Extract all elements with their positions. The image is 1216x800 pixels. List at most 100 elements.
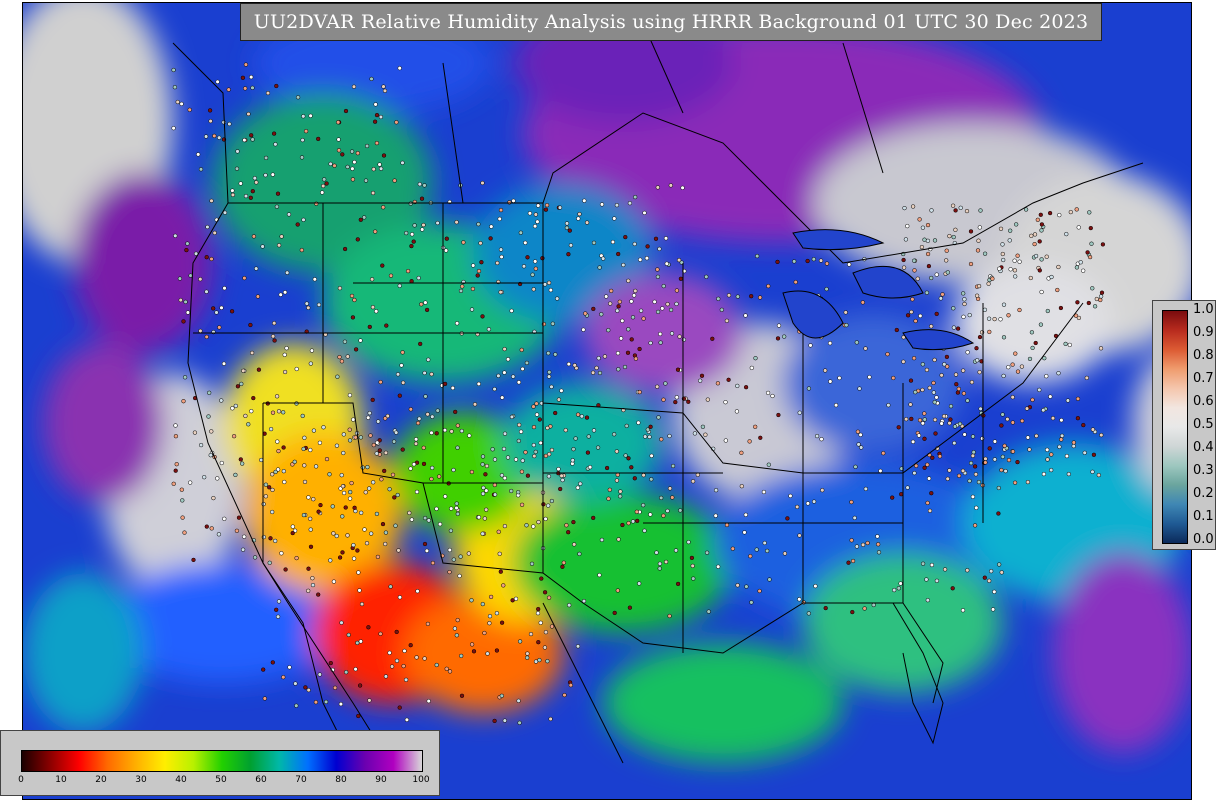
station-dot <box>309 348 315 353</box>
station-dot <box>553 410 558 416</box>
station-dot <box>680 185 685 190</box>
station-dot <box>505 357 511 362</box>
station-dot <box>525 473 531 478</box>
station-dot <box>977 225 982 230</box>
station-dot <box>976 283 982 289</box>
station-dot <box>1001 335 1007 340</box>
station-dot <box>1001 373 1006 379</box>
station-dot <box>917 217 922 222</box>
station-dot <box>352 297 357 303</box>
station-dot <box>476 268 482 274</box>
station-dot <box>359 510 364 515</box>
station-dot <box>261 534 266 540</box>
station-dot <box>255 294 261 299</box>
station-dot <box>912 470 917 476</box>
station-dot <box>649 453 654 458</box>
station-dot <box>532 224 538 229</box>
station-dot <box>678 276 684 281</box>
station-dot <box>375 554 381 560</box>
station-dot <box>591 428 597 433</box>
station-dot <box>250 189 255 194</box>
station-dot <box>399 363 404 368</box>
station-dot <box>423 394 428 399</box>
legend-right-colorbar <box>1162 310 1188 544</box>
station-dot <box>314 201 319 206</box>
station-dot <box>929 324 934 329</box>
station-dot <box>849 499 854 505</box>
station-dot <box>337 555 343 560</box>
station-dot <box>371 167 376 172</box>
station-dot <box>347 496 353 501</box>
station-dot <box>383 674 389 679</box>
station-dot <box>797 410 802 415</box>
station-dot <box>374 511 380 517</box>
station-dot <box>380 521 386 527</box>
station-dot <box>1000 251 1005 257</box>
station-dot <box>521 264 527 269</box>
station-dot <box>1032 241 1037 247</box>
station-dot <box>1002 443 1007 448</box>
station-dot <box>412 223 417 228</box>
station-dot <box>992 439 998 444</box>
station-dot <box>480 462 485 467</box>
station-dot <box>546 280 552 285</box>
station-dot <box>351 556 357 561</box>
station-dot <box>306 305 311 310</box>
station-dot <box>303 129 309 134</box>
station-dot <box>939 373 944 378</box>
station-dot <box>381 84 386 89</box>
station-dot <box>919 244 925 250</box>
station-dot <box>373 102 378 107</box>
station-dot <box>239 381 244 387</box>
station-dot <box>397 705 402 710</box>
station-dot <box>401 380 406 385</box>
station-dot <box>742 530 747 535</box>
station-dot <box>500 395 505 400</box>
station-dot <box>1067 342 1072 348</box>
station-dot <box>591 240 597 245</box>
station-dot <box>910 204 916 209</box>
station-dot <box>351 542 356 548</box>
station-dot <box>363 178 369 183</box>
station-dot <box>444 236 449 241</box>
station-dot <box>173 468 178 473</box>
station-dot <box>559 388 564 393</box>
station-dot <box>231 434 237 439</box>
station-dot <box>355 548 360 553</box>
station-dot <box>422 656 427 661</box>
station-dot <box>400 447 405 452</box>
station-dot <box>743 512 748 517</box>
station-dot <box>397 393 402 398</box>
station-dot <box>941 414 947 419</box>
station-dot <box>279 551 284 556</box>
station-dot <box>1064 453 1070 459</box>
station-dot <box>978 208 983 213</box>
station-dot <box>434 662 439 668</box>
station-dot <box>369 277 375 282</box>
station-dot <box>667 486 673 491</box>
station-dot <box>645 244 650 249</box>
station-dot <box>321 183 326 189</box>
station-dot <box>785 516 790 521</box>
station-dot <box>308 516 313 521</box>
station-dot <box>575 644 581 649</box>
station-dot <box>1024 406 1030 411</box>
station-dot <box>970 494 976 499</box>
station-dot <box>422 370 427 376</box>
station-dot <box>347 393 353 398</box>
station-dot <box>207 108 213 113</box>
station-dot <box>1014 222 1019 227</box>
station-dot <box>489 224 494 229</box>
station-dot <box>1076 315 1082 321</box>
station-dot <box>643 434 648 439</box>
station-dot <box>690 479 696 484</box>
station-dot <box>377 162 382 167</box>
station-dot <box>430 414 435 419</box>
station-dot <box>939 421 944 426</box>
station-dot <box>221 120 226 125</box>
station-dot <box>332 685 338 690</box>
station-dot <box>692 431 698 436</box>
station-dot <box>581 327 586 332</box>
station-dot <box>293 681 298 686</box>
legend-right-tick: 0.3 <box>1193 463 1214 478</box>
